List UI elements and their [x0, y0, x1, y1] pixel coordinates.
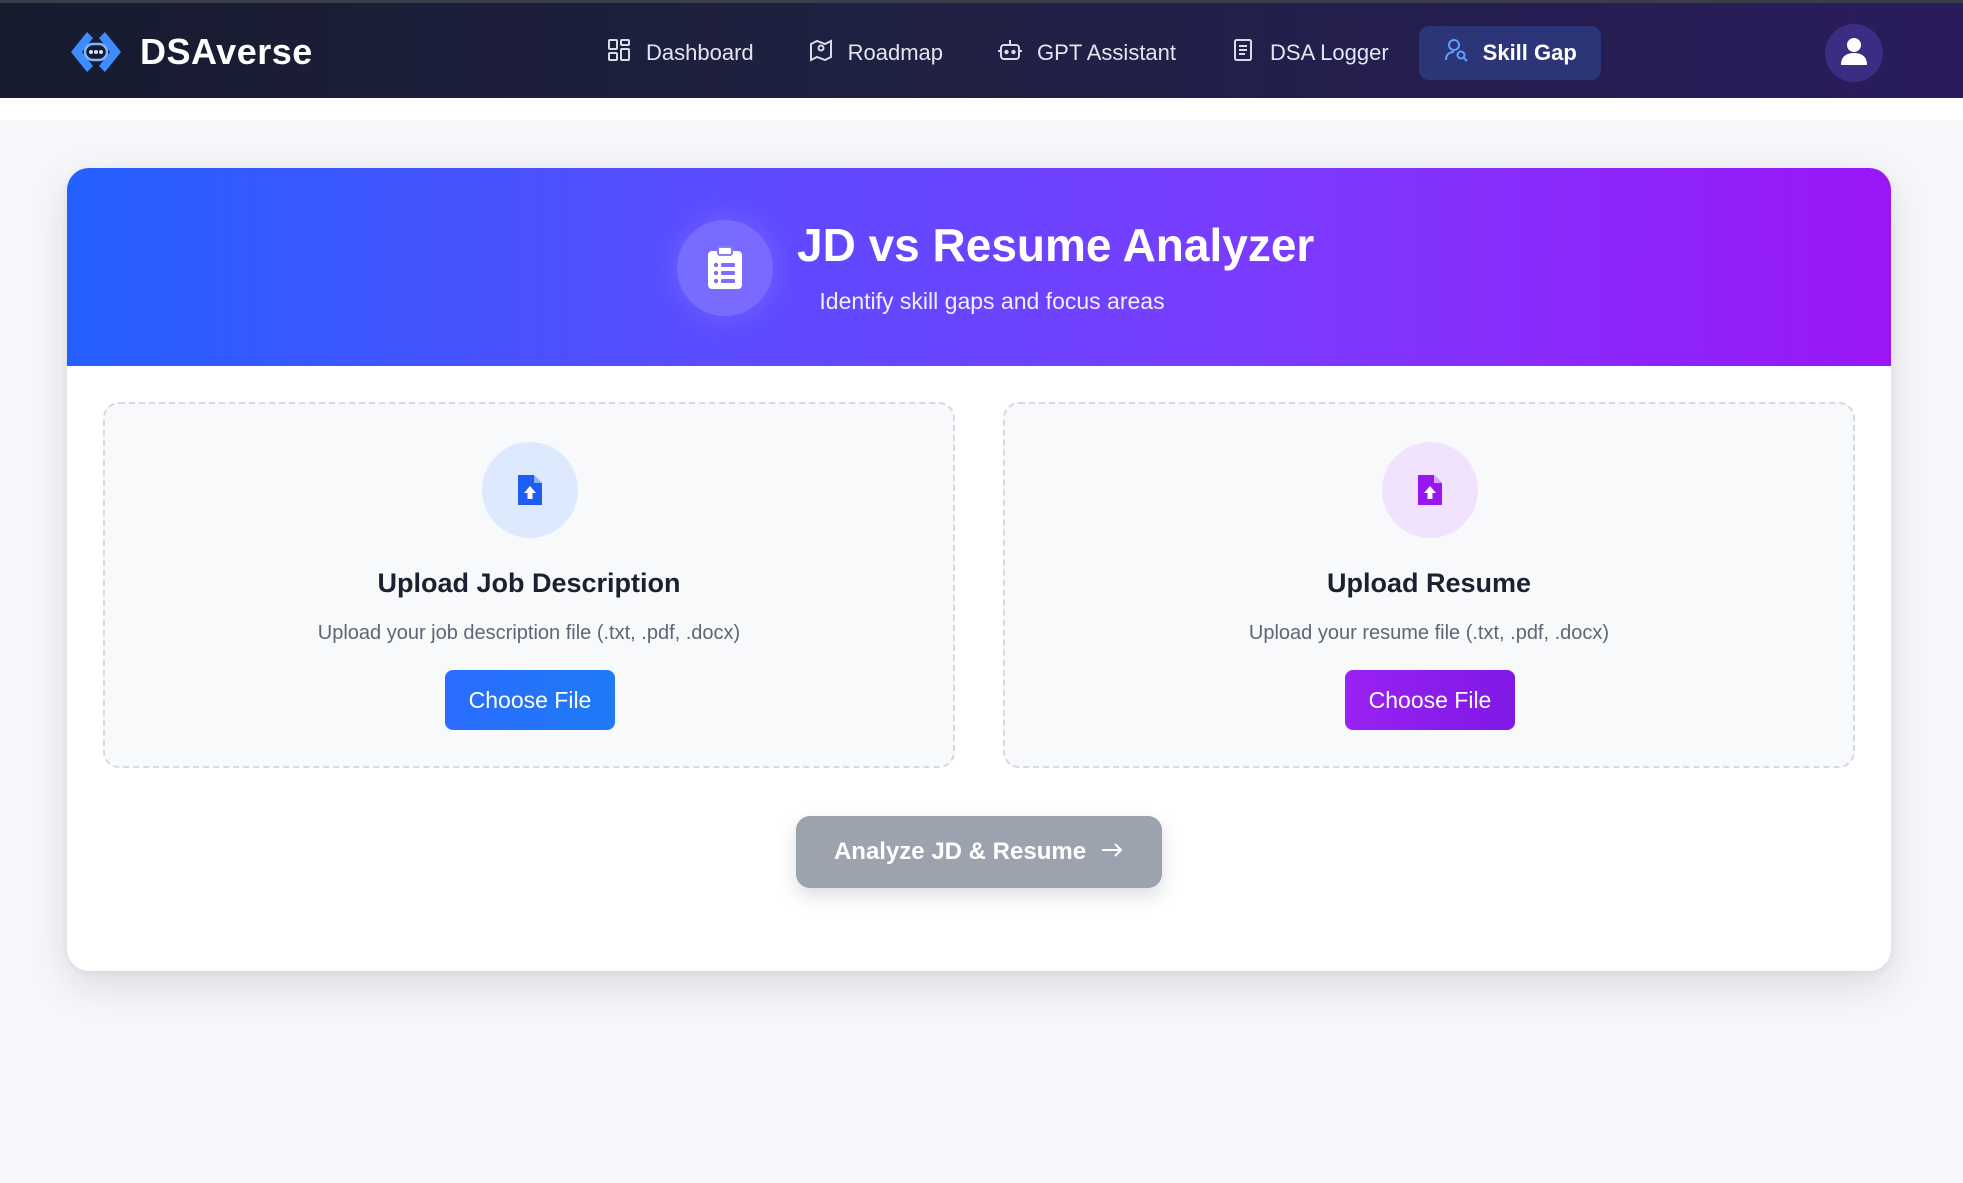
nav-item-dsa-logger[interactable]: DSA Logger	[1206, 26, 1413, 80]
code-brackets-logo-icon	[66, 27, 126, 77]
user-search-icon	[1443, 37, 1469, 69]
hero-banner: JD vs Resume Analyzer Identify skill gap…	[67, 168, 1891, 366]
nav-item-label: Dashboard	[646, 40, 754, 65]
file-upload-icon	[482, 442, 578, 538]
nav-item-skill-gap[interactable]: Skill Gap	[1418, 26, 1601, 80]
user-icon	[1839, 36, 1869, 71]
nav-item-roadmap[interactable]: Roadmap	[784, 26, 967, 80]
analyze-button-label: Analyze JD & Resume	[833, 838, 1087, 865]
file-upload-icon	[1382, 442, 1478, 538]
robot-icon	[997, 37, 1023, 69]
dashboard-icon	[606, 37, 632, 69]
user-avatar-button[interactable]	[1825, 24, 1883, 82]
upload-resume-description: Upload your resume file (.txt, .pdf, .do…	[1248, 622, 1610, 644]
arrow-right-icon	[1100, 838, 1124, 866]
top-navbar: DSAverse Dashboard Roadmap GPT Assistant…	[0, 0, 1963, 98]
brand-name: DSAverse	[140, 31, 313, 72]
upload-job-description-dropzone[interactable]: Upload Job Description Upload your job d…	[103, 402, 955, 768]
clipboard-list-icon	[677, 220, 773, 316]
main-nav: Dashboard Roadmap GPT Assistant DSA Logg…	[582, 26, 1601, 80]
upload-jd-description: Upload your job description file (.txt, …	[317, 622, 741, 644]
nav-item-label: DSA Logger	[1270, 40, 1389, 65]
analyzer-card: JD vs Resume Analyzer Identify skill gap…	[67, 168, 1891, 971]
nav-item-label: Skill Gap	[1482, 40, 1577, 65]
nav-item-dashboard[interactable]: Dashboard	[582, 26, 778, 80]
upload-resume-dropzone[interactable]: Upload Resume Upload your resume file (.…	[1003, 402, 1855, 768]
page-subtitle: Identify skill gaps and focus areas	[819, 288, 1165, 314]
header-spacer	[0, 98, 1963, 120]
nav-item-label: Roadmap	[847, 40, 944, 65]
page-title: JD vs Resume Analyzer	[797, 219, 1315, 271]
nav-item-gpt-assistant[interactable]: GPT Assistant	[973, 26, 1200, 80]
upload-resume-title: Upload Resume	[1326, 568, 1532, 598]
choose-resume-file-button[interactable]: Choose File	[1345, 670, 1515, 730]
choose-jd-file-button[interactable]: Choose File	[445, 670, 615, 730]
brand[interactable]: DSAverse	[66, 27, 313, 77]
nav-item-label: GPT Assistant	[1037, 40, 1177, 65]
upload-jd-title: Upload Job Description	[377, 568, 681, 598]
document-icon	[1230, 37, 1256, 69]
analyze-jd-resume-button[interactable]: Analyze JD & Resume	[796, 816, 1162, 888]
map-icon	[808, 37, 834, 69]
